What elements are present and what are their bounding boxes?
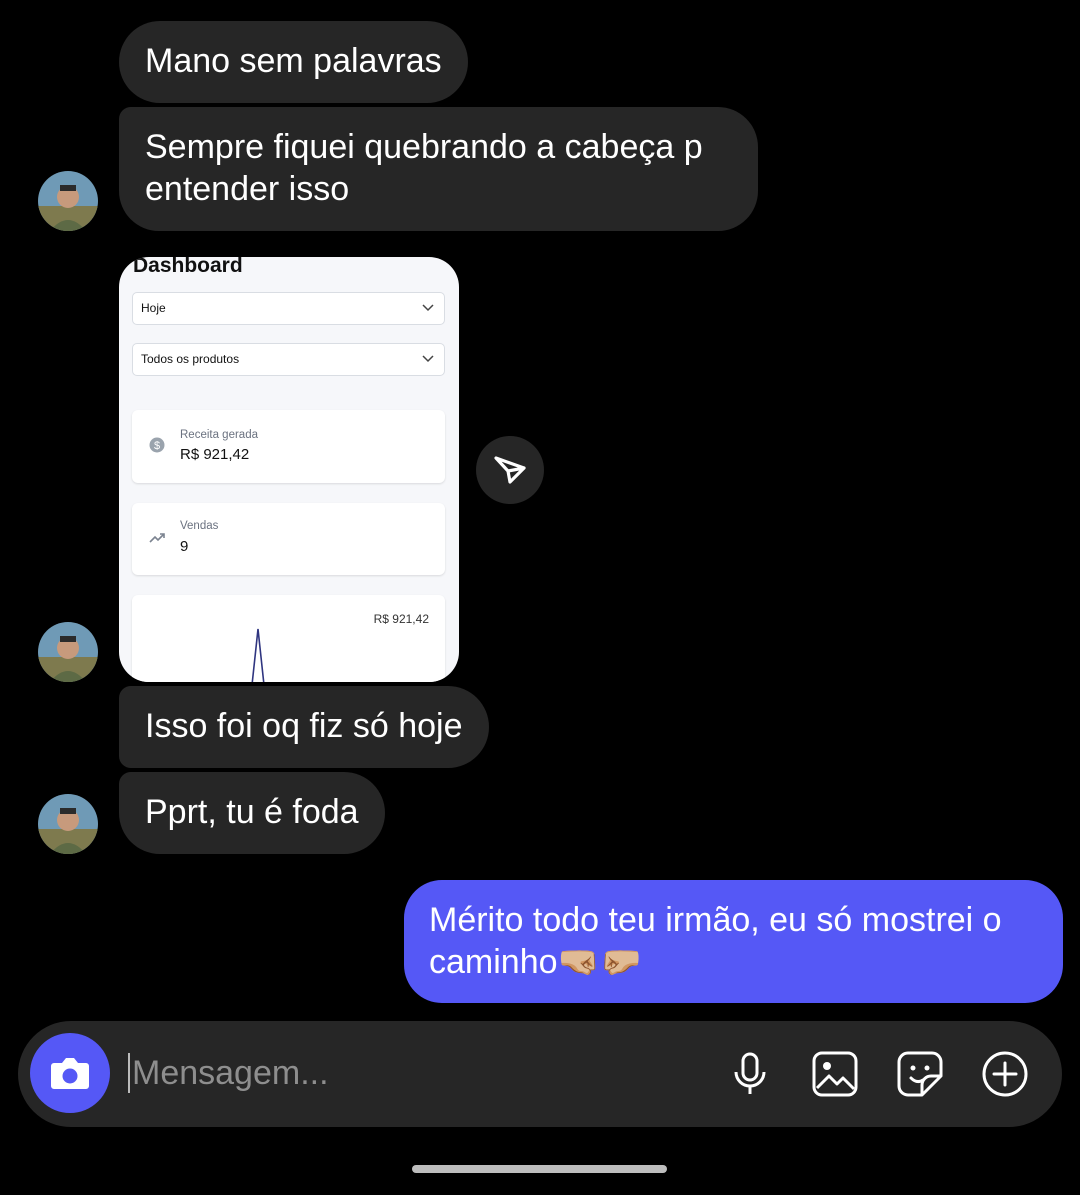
camera-icon bbox=[51, 1058, 89, 1089]
products-select-value: Todos os produtos bbox=[141, 352, 240, 366]
sales-card: Vendas 9 bbox=[132, 503, 445, 575]
my-message-bubble[interactable]: Mérito todo teu irmão, eu só mostrei o c… bbox=[404, 880, 1063, 1003]
message-input-placeholder: Mensagem... bbox=[132, 1054, 329, 1092]
message-text: Mérito todo teu irmão, eu só mostrei o c… bbox=[429, 901, 1002, 981]
sticker-icon bbox=[897, 1051, 943, 1097]
sales-value: 9 bbox=[180, 538, 189, 555]
shared-image[interactable]: Dashboard Hoje Todos os produtos $ Recei… bbox=[119, 257, 459, 682]
avatar-photo bbox=[38, 794, 98, 854]
revenue-label: Receita gerada bbox=[180, 429, 258, 441]
avatar-photo bbox=[38, 622, 98, 682]
sales-label: Vendas bbox=[180, 520, 219, 532]
revenue-card: $ Receita gerada R$ 921,42 bbox=[132, 410, 445, 483]
avatar-photo bbox=[38, 171, 98, 231]
avatar[interactable] bbox=[38, 794, 98, 854]
revenue-value: R$ 921,42 bbox=[180, 446, 250, 463]
microphone-button[interactable] bbox=[726, 1050, 774, 1098]
message-text: Pprt, tu é foda bbox=[145, 793, 359, 831]
emoji: 🤜🏼🤛🏼 bbox=[557, 943, 643, 981]
avatar[interactable] bbox=[38, 622, 98, 682]
more-button[interactable] bbox=[981, 1050, 1029, 1098]
microphone-icon bbox=[734, 1052, 766, 1094]
svg-text:$: $ bbox=[154, 440, 160, 452]
chart-card: R$ 921,42 bbox=[132, 595, 445, 682]
gallery-icon bbox=[812, 1051, 858, 1097]
chevron-down-icon bbox=[422, 355, 434, 363]
plus-icon bbox=[982, 1051, 1028, 1097]
message-text: Isso foi oq fiz só hoje bbox=[145, 707, 463, 745]
gallery-button[interactable] bbox=[811, 1050, 859, 1098]
message-bubble[interactable]: Isso foi oq fiz só hoje bbox=[119, 686, 489, 768]
trending-up-icon bbox=[149, 533, 165, 543]
share-button[interactable] bbox=[476, 436, 544, 504]
message-composer: Mensagem... bbox=[18, 1021, 1062, 1127]
message-text: Mano sem palavras bbox=[145, 42, 442, 80]
chevron-down-icon bbox=[422, 304, 434, 312]
period-select-value: Hoje bbox=[141, 301, 166, 315]
camera-button[interactable] bbox=[30, 1033, 110, 1113]
chart-line bbox=[251, 628, 265, 682]
chart-value-label: R$ 921,42 bbox=[373, 612, 429, 626]
message-input[interactable]: Mensagem... bbox=[128, 1053, 329, 1093]
sticker-button[interactable] bbox=[896, 1050, 944, 1098]
avatar[interactable] bbox=[38, 171, 98, 231]
dashboard-title: Dashboard bbox=[133, 257, 243, 277]
home-indicator[interactable] bbox=[412, 1165, 667, 1173]
period-select: Hoje bbox=[132, 292, 445, 325]
dollar-icon: $ bbox=[149, 437, 165, 453]
send-icon bbox=[494, 456, 526, 484]
message-bubble[interactable]: Mano sem palavras bbox=[119, 21, 468, 103]
message-text: Sempre fiquei quebrando a cabeça p enten… bbox=[145, 128, 703, 208]
message-bubble[interactable]: Pprt, tu é foda bbox=[119, 772, 385, 854]
products-select: Todos os produtos bbox=[132, 343, 445, 376]
message-bubble[interactable]: Sempre fiquei quebrando a cabeça p enten… bbox=[119, 107, 758, 231]
